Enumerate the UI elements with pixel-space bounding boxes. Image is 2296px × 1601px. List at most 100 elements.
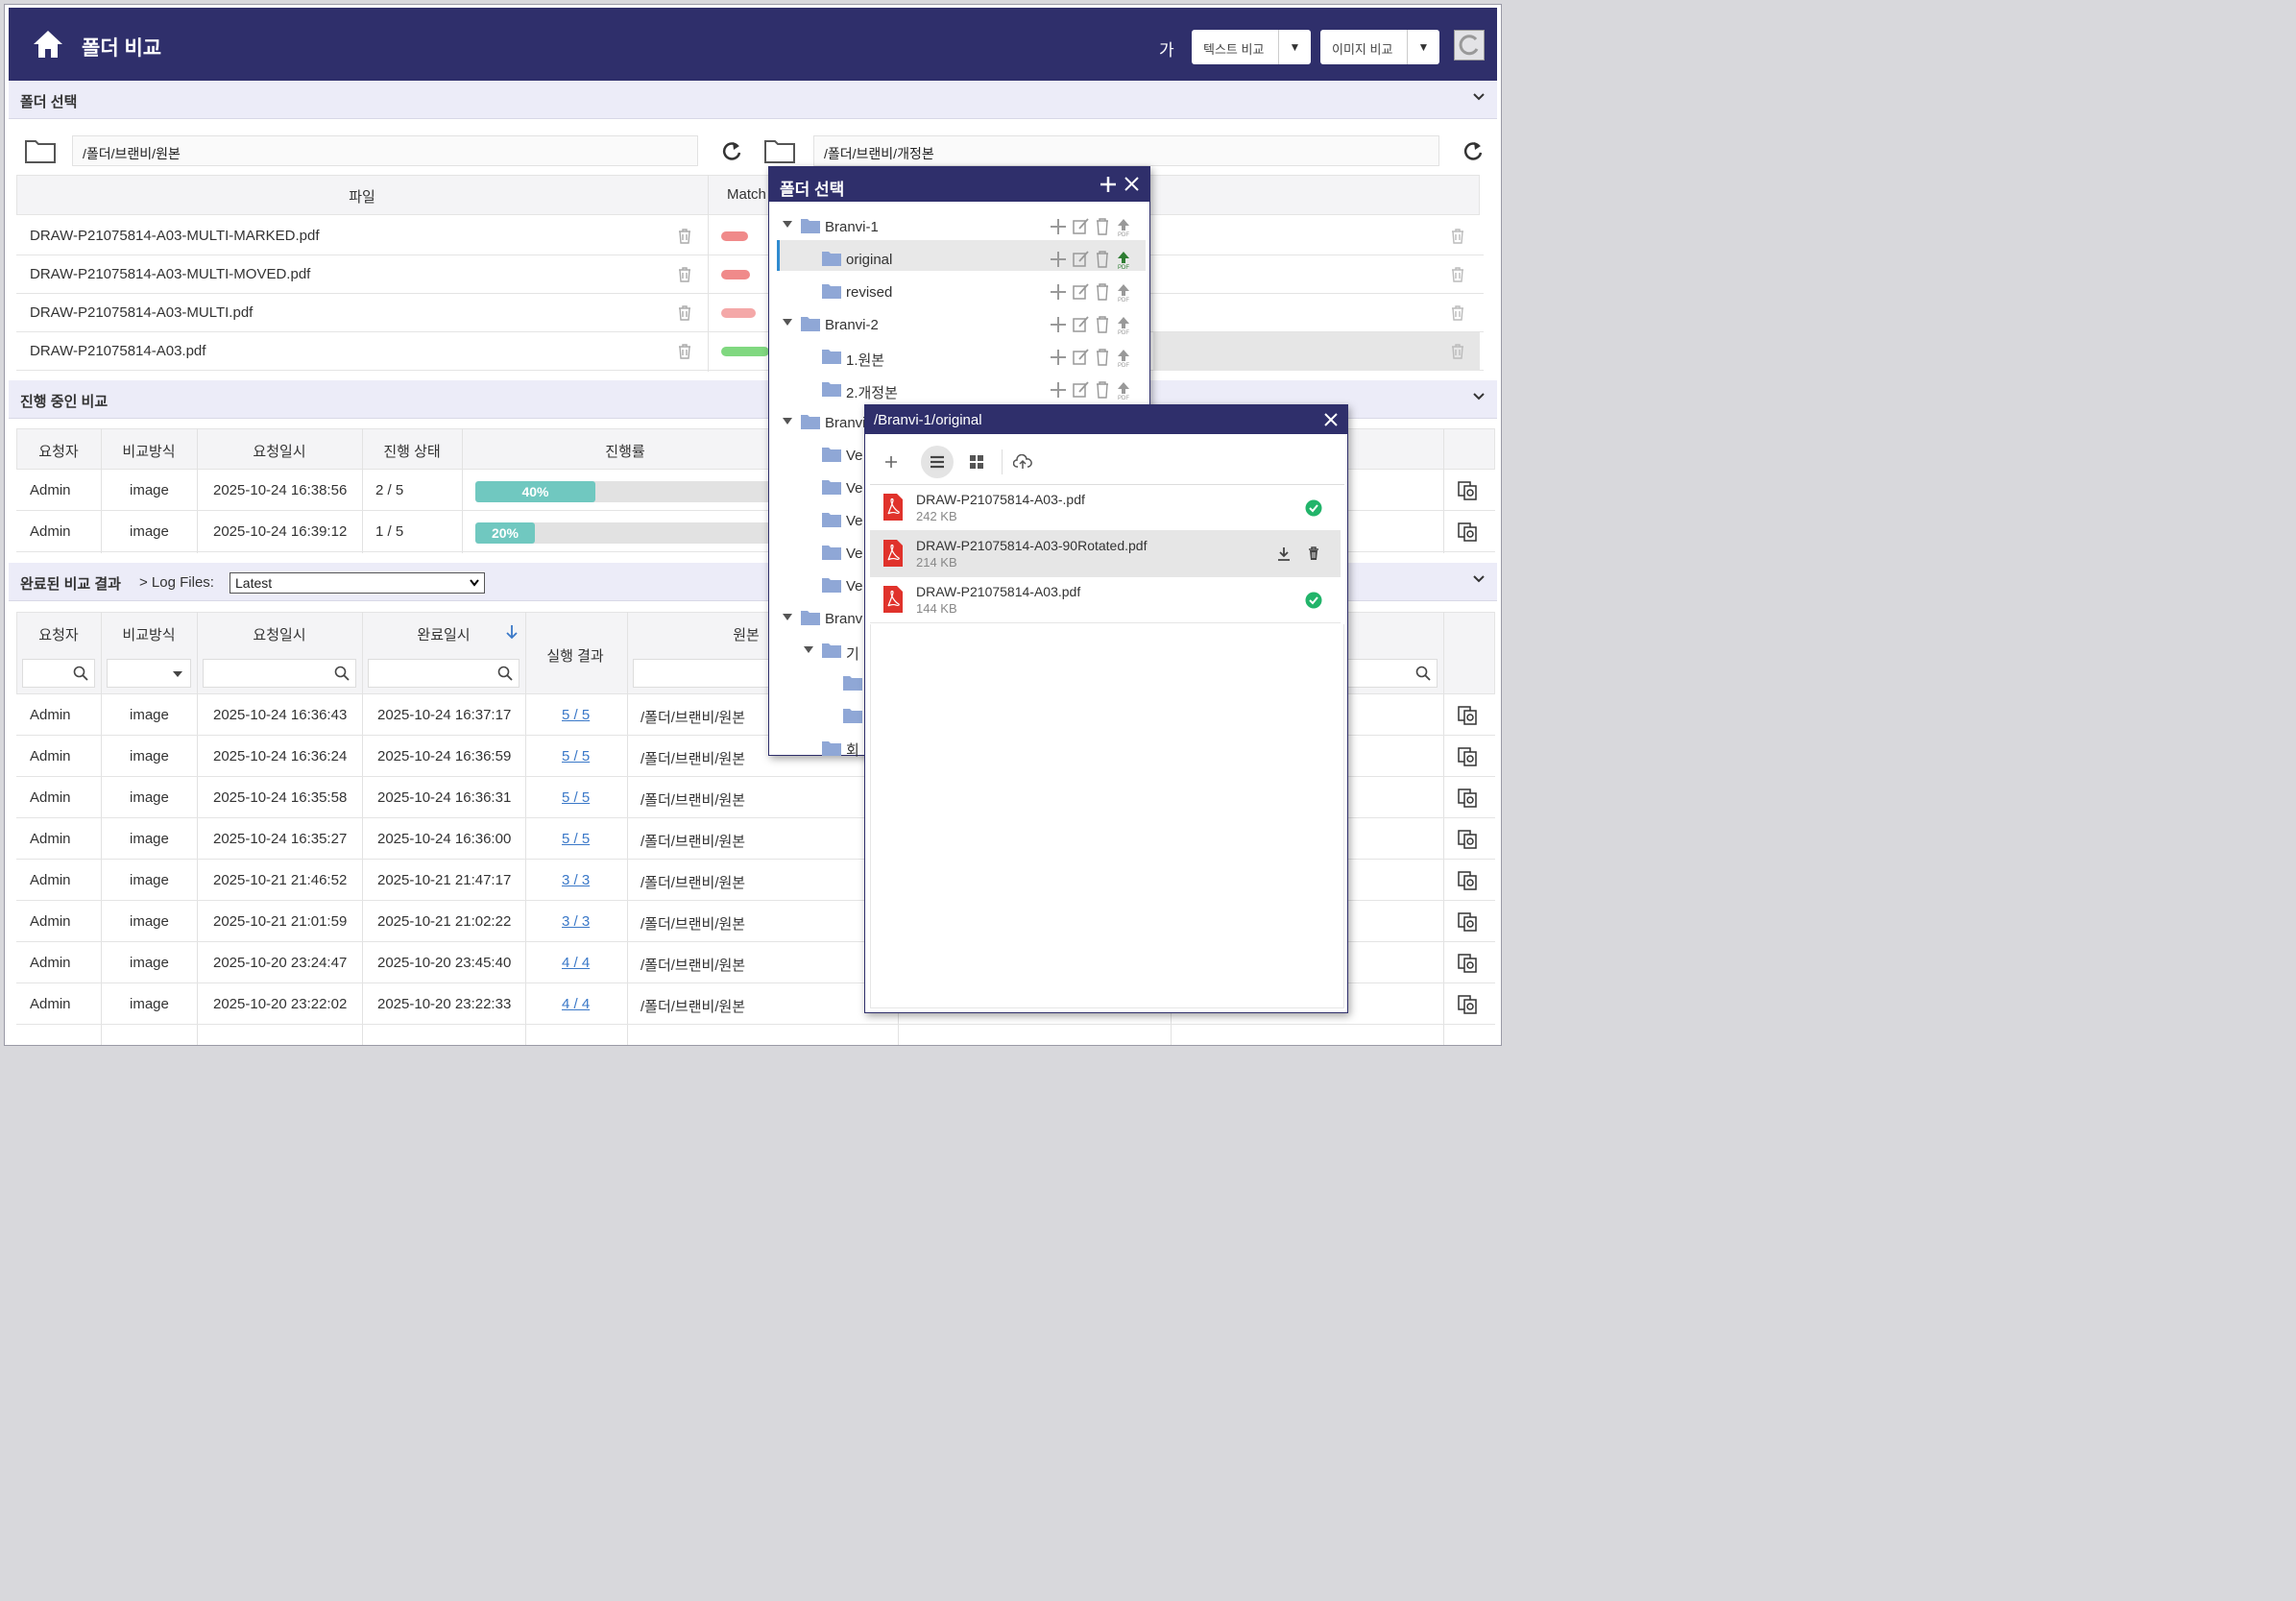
tree-item-label[interactable]: 회 <box>846 740 859 760</box>
trash-icon[interactable] <box>678 229 691 244</box>
tree-item-label[interactable]: Ve <box>846 546 863 562</box>
log-files-value: Latest <box>235 575 273 591</box>
tree-item-label[interactable]: 1.원본 <box>846 350 884 370</box>
caret-down-icon[interactable] <box>783 418 792 425</box>
chevron-down-icon[interactable] <box>1472 572 1486 586</box>
left-folder-path[interactable]: /폴더/브랜비/원본 <box>72 135 698 166</box>
target-filter[interactable] <box>1341 659 1438 688</box>
compare-icon[interactable] <box>1457 911 1478 933</box>
text-compare-select[interactable]: 텍스트 비교 ▼ <box>1192 30 1311 64</box>
result-link[interactable]: 5 / 5 <box>562 748 590 764</box>
tree-item-label[interactable]: 2.개정본 <box>846 382 898 402</box>
match-bar <box>721 347 769 356</box>
result-link[interactable]: 3 / 3 <box>562 913 590 930</box>
tree-action-icons[interactable]: PDF <box>1050 380 1142 401</box>
close-icon[interactable] <box>1124 177 1139 191</box>
image-compare-label: 이미지 비교 <box>1332 42 1393 57</box>
method: image <box>130 996 169 1012</box>
chevron-down-icon[interactable] <box>1472 390 1486 403</box>
tree-item-label[interactable]: Ve <box>846 480 863 497</box>
file-list-item[interactable]: DRAW-P21075814-A03.pdf 144 KB <box>870 577 1341 623</box>
download-icon[interactable] <box>1277 546 1291 562</box>
compare-icon[interactable] <box>1457 994 1478 1015</box>
folder-icon <box>822 741 841 756</box>
compare-icon[interactable] <box>1457 788 1478 809</box>
file-list-item[interactable]: DRAW-P21075814-A03-.pdf 242 KB <box>870 485 1341 531</box>
list-view-button[interactable] <box>921 446 954 478</box>
refresh-icon[interactable] <box>721 140 742 161</box>
folder-icon[interactable] <box>763 137 796 164</box>
tree-item-label[interactable]: Branvi-1 <box>825 219 879 235</box>
trash-icon[interactable] <box>1451 344 1464 359</box>
result-link[interactable]: 5 / 5 <box>562 789 590 806</box>
result-link[interactable]: 5 / 5 <box>562 707 590 723</box>
tree-item-label[interactable]: Branvi-2 <box>825 317 879 333</box>
compare-icon[interactable] <box>1457 870 1478 891</box>
tree-item-label[interactable]: Ve <box>846 578 863 594</box>
tree-item-label[interactable]: Branvi <box>825 415 866 431</box>
trash-icon[interactable] <box>1451 229 1464 244</box>
tree-action-icons[interactable]: PDF <box>1050 250 1142 271</box>
delete-icon[interactable] <box>1308 546 1319 561</box>
result-link[interactable]: 4 / 4 <box>562 996 590 1012</box>
caret-down-icon[interactable] <box>783 221 792 229</box>
tree-action-icons[interactable]: PDF <box>1050 282 1142 303</box>
trash-icon[interactable] <box>678 305 691 321</box>
compare-icon[interactable] <box>1457 953 1478 974</box>
dialog-header: 폴더 선택 <box>769 167 1149 202</box>
requester: Admin <box>30 748 71 764</box>
right-folder-path[interactable]: /폴더/브랜비/개정본 <box>813 135 1439 166</box>
chevron-down-icon[interactable] <box>1472 90 1486 104</box>
log-files-select[interactable]: Latest <box>230 572 485 594</box>
home-icon[interactable] <box>32 29 64 60</box>
completed-filter[interactable] <box>368 659 520 688</box>
refresh-button[interactable] <box>1454 30 1485 61</box>
trash-icon[interactable] <box>1451 305 1464 321</box>
trash-icon[interactable] <box>678 267 691 282</box>
trash-icon[interactable] <box>678 344 691 359</box>
compare-icon[interactable] <box>1457 522 1478 543</box>
font-size-toggle[interactable]: 가 <box>1159 36 1174 61</box>
compare-icon[interactable] <box>1457 829 1478 850</box>
tree-item-label[interactable]: Ve <box>846 513 863 529</box>
caret-down-icon[interactable] <box>783 614 792 621</box>
svg-text:PDF: PDF <box>1118 396 1129 400</box>
result-link[interactable]: 4 / 4 <box>562 955 590 971</box>
method-filter[interactable] <box>107 659 191 688</box>
folder-icon[interactable] <box>24 137 57 164</box>
tree-item-label[interactable]: revised <box>846 284 892 301</box>
compare-icon[interactable] <box>1457 480 1478 501</box>
tree-item-label[interactable]: Ve <box>846 448 863 464</box>
tree-action-icons[interactable]: PDF <box>1050 315 1142 336</box>
folder-select-section-header[interactable]: 폴더 선택 <box>9 81 1497 119</box>
requester: Admin <box>30 913 71 930</box>
tree-item-label[interactable]: original <box>846 252 892 268</box>
plus-icon[interactable] <box>1100 176 1117 193</box>
col-requested: 요청일시 <box>253 444 306 460</box>
result-link[interactable]: 3 / 3 <box>562 872 590 888</box>
close-icon[interactable] <box>1324 413 1338 426</box>
grid-icon[interactable] <box>969 454 984 470</box>
tree-item-label[interactable]: Branv <box>825 611 862 627</box>
tree-action-icons[interactable]: PDF <box>1050 217 1142 238</box>
sort-down-icon[interactable] <box>506 624 518 640</box>
trash-icon[interactable] <box>1451 267 1464 282</box>
col-completed[interactable]: 완료일시 <box>362 624 525 644</box>
file-row[interactable]: DRAW-P21075814-A03-MULTI-MOVED.pdf <box>16 255 1484 294</box>
image-compare-select[interactable]: 이미지 비교 ▼ <box>1320 30 1439 64</box>
compare-icon[interactable] <box>1457 746 1478 767</box>
requester: Admin <box>30 872 71 888</box>
plus-icon[interactable] <box>884 455 898 469</box>
caret-down-icon[interactable] <box>783 319 792 327</box>
refresh-icon[interactable] <box>1462 140 1484 161</box>
tree-item-label[interactable]: 기 <box>846 643 859 664</box>
file-list-item[interactable]: DRAW-P21075814-A03-90Rotated.pdf 214 KB <box>870 531 1341 577</box>
cloud-upload-icon[interactable] <box>1013 454 1032 470</box>
result-link[interactable]: 5 / 5 <box>562 831 590 847</box>
compare-icon[interactable] <box>1457 705 1478 726</box>
requested-filter[interactable] <box>203 659 356 688</box>
tree-action-icons[interactable]: PDF <box>1050 348 1142 369</box>
file-row[interactable]: DRAW-P21075814-A03-MULTI-MARKED.pdf <box>16 217 1484 255</box>
requester-filter[interactable] <box>22 659 95 688</box>
caret-down-icon[interactable] <box>804 646 813 654</box>
